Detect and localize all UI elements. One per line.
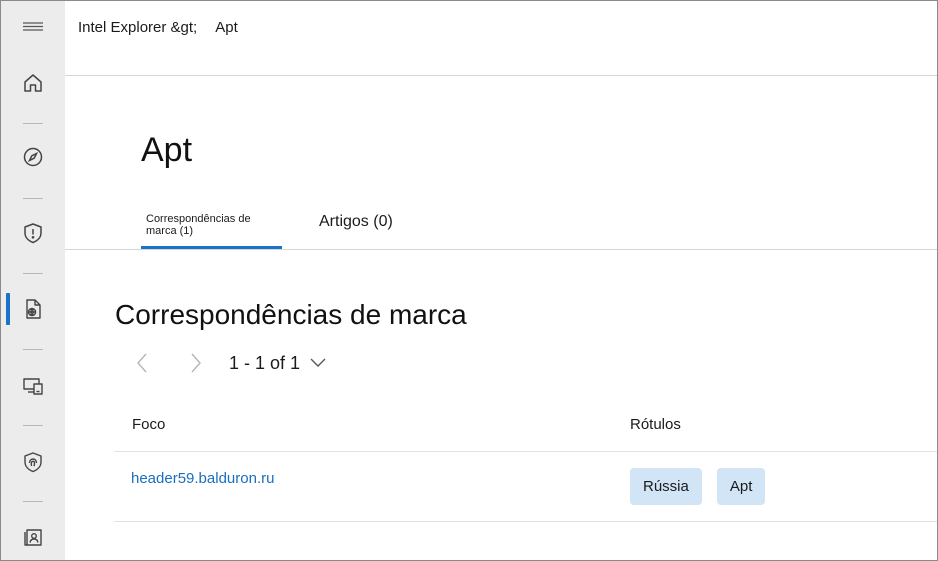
tab-label: Correspondências de marca (1) xyxy=(146,213,251,237)
fingerprint-shield-icon[interactable] xyxy=(1,442,65,482)
section-title: Correspondências de marca xyxy=(115,299,467,330)
devices-icon[interactable] xyxy=(1,366,65,406)
brand-matches-table: Foco Rótulos header59.balduron.ru Rússia… xyxy=(114,401,937,522)
table-header: Foco Rótulos xyxy=(114,401,937,452)
previous-page-button[interactable] xyxy=(127,345,157,381)
tabs-divider xyxy=(65,249,937,250)
contact-card-icon[interactable] xyxy=(1,517,65,557)
breadcrumb-current: Apt xyxy=(215,19,238,36)
breadcrumb: Intel Explorer &gt; Apt xyxy=(78,19,238,36)
shield-alert-icon[interactable] xyxy=(1,213,65,253)
rail-divider xyxy=(23,273,43,274)
tab-label: Artigos (0) xyxy=(319,213,393,230)
table-row: header59.balduron.ru Rússia Apt xyxy=(114,452,937,522)
pager-count: 1 - 1 of 1 xyxy=(229,352,301,373)
column-header-labels[interactable]: Rótulos xyxy=(630,416,681,433)
label-tag[interactable]: Apt xyxy=(716,468,766,505)
intel-document-icon[interactable] xyxy=(1,289,65,329)
home-icon[interactable] xyxy=(1,63,65,103)
chevron-down-icon xyxy=(310,358,326,367)
column-header-focus[interactable]: Foco xyxy=(132,416,165,433)
pager: 1 - 1 of 1 xyxy=(127,345,330,381)
rail-divider xyxy=(23,501,43,502)
app-window: Intel Explorer &gt; Apt Apt Correspondên… xyxy=(0,0,938,561)
hamburger-menu-icon[interactable] xyxy=(1,8,65,48)
rail-divider xyxy=(23,123,43,124)
chevron-right-icon xyxy=(191,353,201,373)
tab-brand-matches[interactable]: Correspondências de marca (1) xyxy=(141,201,282,249)
page-title: Apt xyxy=(141,131,193,169)
tab-bar: Correspondências de marca (1) Artigos (0… xyxy=(141,201,393,249)
chevron-left-icon xyxy=(137,353,147,373)
focus-link[interactable]: header59.balduron.ru xyxy=(131,470,274,487)
tab-articles[interactable]: Artigos (0) xyxy=(282,201,393,249)
top-bar: Intel Explorer &gt; Apt xyxy=(65,1,937,76)
label-tags: Rússia Apt xyxy=(630,468,766,505)
rail-divider xyxy=(23,349,43,350)
next-page-button[interactable] xyxy=(181,345,211,381)
rail-divider xyxy=(23,425,43,426)
left-nav-rail xyxy=(1,1,65,560)
rail-divider xyxy=(23,198,43,199)
label-tag[interactable]: Rússia xyxy=(630,468,702,505)
page-size-dropdown[interactable] xyxy=(306,351,330,375)
compass-icon[interactable] xyxy=(1,137,65,177)
breadcrumb-root[interactable]: Intel Explorer &gt; xyxy=(78,19,197,36)
